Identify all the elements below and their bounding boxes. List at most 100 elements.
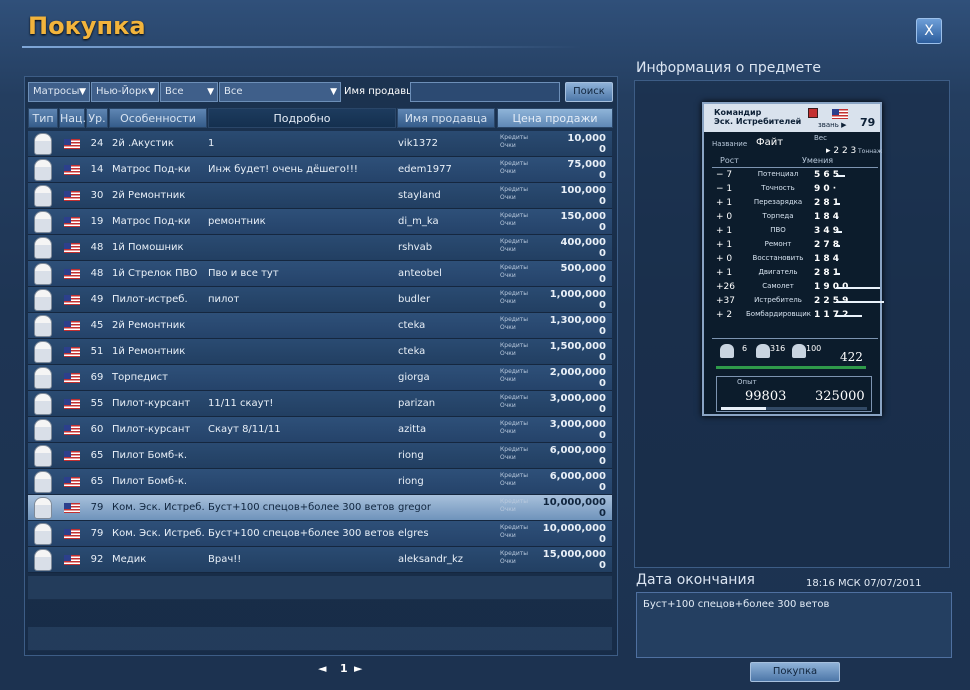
table-row[interactable]: 48 1й Помошник rshvab Кредиты Очки 400,00… (28, 235, 612, 261)
nation-cell (64, 261, 82, 287)
column-header-price[interactable]: Цена продажи (497, 108, 613, 128)
stat-row: + 1 Перезарядка 2 8 1 (716, 198, 876, 212)
card-weight: ▸ 2 2 3 (826, 146, 857, 156)
chevron-down-icon: ▼ (330, 87, 337, 97)
rank-select[interactable]: Все ▼ (160, 82, 218, 102)
price-credits: 10,000 (567, 133, 606, 144)
stat-name: Потенциал (757, 170, 799, 178)
table-row[interactable]: 79 Ком. Эск. Истреб. Буст+100 спецов+бол… (28, 521, 612, 547)
usa-flag-icon (64, 217, 80, 227)
table-row[interactable]: 92 Медик Врач!! aleksandr_kz Кредиты Очки… (28, 547, 612, 573)
rank-cell: 2й Ремонтник (112, 190, 186, 201)
table-row[interactable]: 65 Пилот Бомб-к. riong Кредиты Очки 6,000… (28, 443, 612, 469)
end-datetime: 18:16 МСК 07/07/2011 (806, 578, 922, 589)
card-rank-line2: Эск. Истребителей (714, 117, 802, 126)
details-cell (208, 365, 398, 391)
price-credits: 2,000,000 (549, 367, 606, 378)
exp-current: 99803 (745, 389, 787, 404)
stat-bar (836, 315, 862, 317)
stat-name: Точность (761, 184, 795, 192)
usa-flag-icon (64, 139, 80, 149)
table-row[interactable]: 55 Пилот-курсант 11/11 скаут! parizan Кр… (28, 391, 612, 417)
table-row[interactable]: 79 Ком. Эск. Истреб. Буст+100 спецов+бол… (28, 495, 612, 521)
table-row[interactable]: 30 2й Ремонтник stayland Кредиты Очки 100… (28, 183, 612, 209)
stat-name: Восстановить (752, 254, 804, 262)
card-rank-line1: Командир (714, 108, 762, 117)
column-header-features[interactable]: Особенности (109, 108, 207, 128)
points-label: Очки (500, 142, 516, 149)
type-select[interactable]: Матросы ▼ (28, 82, 90, 102)
price-credits: 10,000,000 (542, 523, 606, 534)
pager-prev-button[interactable]: ◄ (318, 662, 326, 675)
column-header-details[interactable]: Подробно (208, 108, 396, 128)
stat-row: + 0 Торпеда 1 8 4 (716, 212, 876, 226)
stat-growth: − 1 (716, 184, 733, 194)
table-row[interactable]: 19 Матрос Под-ки ремонтник di_m_ka Креди… (28, 209, 612, 235)
price-credits: 500,000 (560, 263, 606, 274)
sailor-icon (34, 393, 52, 415)
close-button[interactable]: X (916, 18, 942, 44)
table-row[interactable]: 60 Пилот-курсант Скаут 8/11/11 azitta Кр… (28, 417, 612, 443)
type-cell (28, 287, 58, 313)
rank-cell: 1й Стрелок ПВО (112, 268, 198, 279)
nation-cell (64, 495, 82, 521)
table-row[interactable]: 14 Матрос Под-ки Инж будет! очень дёшего… (28, 157, 612, 183)
stat-bar (836, 245, 840, 247)
port-select[interactable]: Нью-Йорк ▼ (91, 82, 159, 102)
price-points: 0 (599, 170, 606, 181)
price-cell: 2,000,000 0 (540, 365, 606, 391)
rank-cell: Пилот-истреб. (112, 294, 188, 305)
column-header-nation[interactable]: Нац. (59, 108, 86, 128)
table-row[interactable]: 24 2й .Акустик 1 vik1372 Кредиты Очки 10,… (28, 131, 612, 157)
credits-label: Кредиты (500, 368, 529, 375)
rank-cell: 1й Помошник (112, 242, 184, 253)
table-row[interactable]: 69 Торпедист giorga Кредиты Очки 2,000,00… (28, 365, 612, 391)
stat-growth: + 0 (716, 254, 733, 264)
description-box: Буст+100 спецов+более 300 ветов (636, 592, 952, 658)
price-points: 0 (599, 274, 606, 285)
rank-cell: Пилот Бомб-к. (112, 450, 188, 461)
column-header-type[interactable]: Тип (28, 108, 58, 128)
stat-growth: +37 (716, 296, 735, 306)
price-cell: 75,000 0 (540, 157, 606, 183)
pager-next-button[interactable]: ► (354, 662, 362, 675)
rank-cell: Матрос Под-ки (112, 216, 191, 227)
usa-flag-icon (64, 321, 80, 331)
card-name: Файт (756, 137, 784, 148)
table-row[interactable]: 48 1й Стрелок ПВО Пво и все тут anteobel… (28, 261, 612, 287)
price-credits: 6,000,000 (549, 445, 606, 456)
window-title: Покупка (28, 12, 146, 40)
table-row[interactable]: 45 2й Ремонтник cteka Кредиты Очки 1,300,… (28, 313, 612, 339)
stat-row: + 2 Бомбардировщик 1 1 7 2 (716, 310, 876, 324)
price-points: 0 (599, 404, 606, 415)
table-row[interactable]: 51 1й Ремонтник cteka Кредиты Очки 1,500,… (28, 339, 612, 365)
details-cell: пилот (208, 294, 240, 305)
crew-count: 6 (742, 344, 748, 353)
level-select[interactable]: Все ▼ (219, 82, 341, 102)
points-label: Очки (500, 298, 516, 305)
exp-box: Опыт 99803 325000 (716, 376, 872, 412)
credits-label: Кредиты (500, 186, 529, 193)
column-header-level[interactable]: Ур. (86, 108, 108, 128)
seller-input[interactable] (410, 82, 560, 102)
column-header-seller[interactable]: Имя продавца (397, 108, 495, 128)
stat-name: Перезарядка (753, 198, 803, 206)
credits-label: Кредиты (500, 264, 529, 271)
rank-cell: Пилот Бомб-к. (112, 476, 188, 487)
level-cell: 51 (90, 346, 104, 357)
stat-name: ПВО (770, 226, 786, 234)
search-button[interactable]: Поиск (565, 82, 613, 102)
table-row[interactable]: 49 Пилот-истреб. пилот budler Кредиты Очк… (28, 287, 612, 313)
price-cell: 150,000 0 (540, 209, 606, 235)
details-cell (208, 339, 398, 365)
rank-cell: Пилот-курсант (112, 398, 191, 409)
nation-cell (64, 547, 82, 573)
level-cell: 92 (90, 554, 104, 565)
buy-button[interactable]: Покупка (750, 662, 840, 682)
exp-label: Опыт (737, 378, 757, 386)
rank-cell: Ком. Эск. Истреб. (112, 502, 205, 513)
currency-cell: Кредиты Очки (500, 339, 540, 365)
stat-growth: + 0 (716, 212, 733, 222)
table-row[interactable]: 65 Пилот Бомб-к. riong Кредиты Очки 6,000… (28, 469, 612, 495)
seller-cell: giorga (398, 372, 430, 383)
